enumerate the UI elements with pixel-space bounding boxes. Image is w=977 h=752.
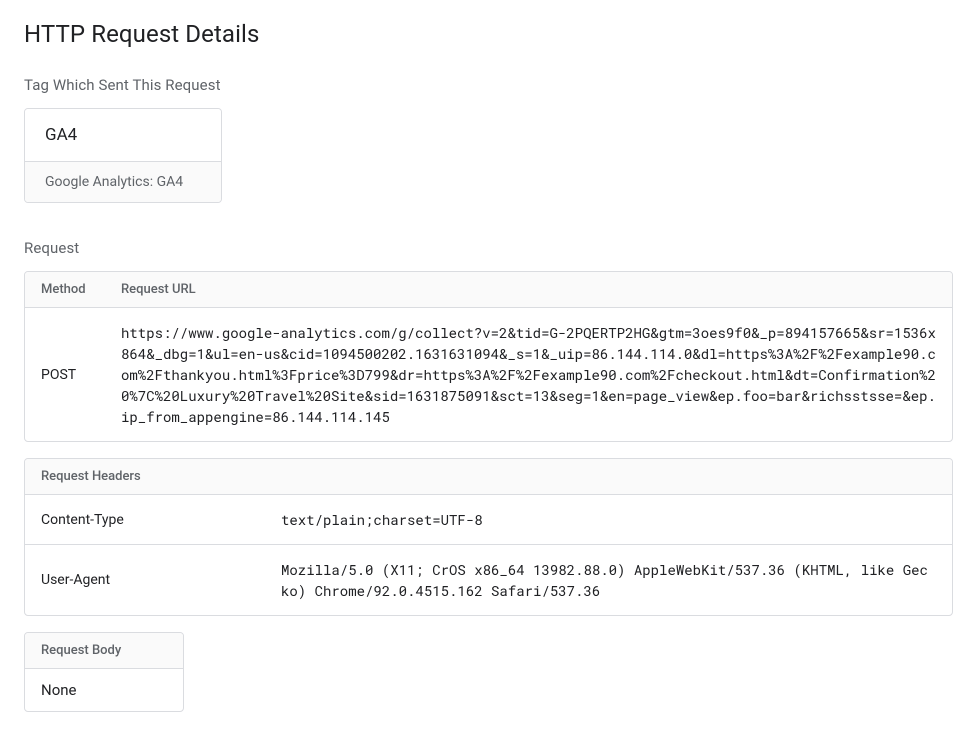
tag-card[interactable]: GA4 Google Analytics: GA4 bbox=[24, 108, 222, 203]
request-body-value: None bbox=[25, 669, 183, 711]
request-headers-title: Request Headers bbox=[25, 459, 952, 495]
header-row: Content-Type text/plain;charset=UTF-8 bbox=[25, 495, 952, 545]
request-url-header: Request URL bbox=[105, 272, 952, 308]
request-url-value: https://www.google-analytics.com/g/colle… bbox=[105, 308, 952, 441]
header-name: User-Agent bbox=[25, 545, 265, 615]
request-section-title: Request bbox=[24, 239, 953, 257]
request-table: Method Request URL POST https://www.goog… bbox=[24, 271, 953, 442]
request-body-card: Request Body None bbox=[24, 632, 184, 712]
header-value: Mozilla/5.0 (X11; CrOS x86_64 13982.88.0… bbox=[265, 545, 952, 615]
request-body-title: Request Body bbox=[25, 633, 183, 669]
request-row: POST https://www.google-analytics.com/g/… bbox=[25, 308, 952, 441]
page-title: HTTP Request Details bbox=[24, 20, 953, 48]
header-value: text/plain;charset=UTF-8 bbox=[265, 495, 952, 545]
request-method-value: POST bbox=[25, 308, 105, 441]
header-row: User-Agent Mozilla/5.0 (X11; CrOS x86_64… bbox=[25, 545, 952, 615]
tag-type: Google Analytics: GA4 bbox=[25, 161, 221, 202]
request-headers-table: Request Headers Content-Type text/plain;… bbox=[24, 458, 953, 616]
header-name: Content-Type bbox=[25, 495, 265, 545]
request-method-header: Method bbox=[25, 272, 105, 308]
tag-section-title: Tag Which Sent This Request bbox=[24, 76, 953, 94]
tag-name: GA4 bbox=[25, 109, 221, 161]
